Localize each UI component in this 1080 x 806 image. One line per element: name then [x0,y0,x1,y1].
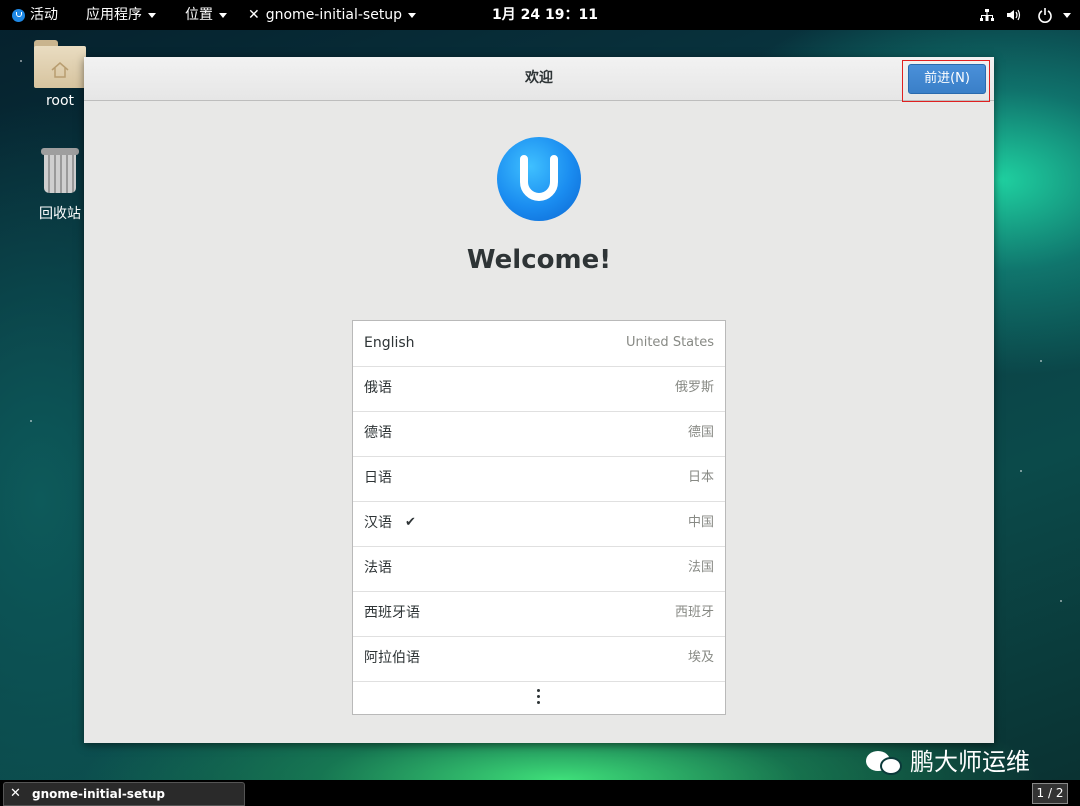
star [20,60,22,62]
header-bar: 欢迎 前进(N) [84,57,994,102]
places-menu[interactable]: 位置 [185,0,227,30]
applications-label: 应用程序 [86,7,142,23]
activities-label: 活动 [30,7,58,23]
app-menu[interactable]: ✕ gnome-initial-setup [248,0,417,30]
next-button[interactable]: 前进(N) [908,64,986,94]
language-region: 日本 [687,470,714,485]
workspace-indicator[interactable]: 1 / 2 [1032,783,1068,804]
places-label: 位置 [185,7,213,23]
welcome-heading: Welcome! [466,245,612,275]
language-region: 中国 [687,515,714,530]
chevron-down-icon [408,12,417,18]
language-name: 德语 [364,425,392,441]
volume-icon [1007,9,1021,21]
language-region: 德国 [687,425,714,440]
star [30,420,32,422]
star [1060,600,1062,602]
language-name: 法语 [364,560,392,576]
language-region: 西班牙 [674,605,714,620]
language-region: 俄罗斯 [674,380,714,395]
watermark-text: 鹏大师运维 [910,748,1030,776]
star [1040,360,1042,362]
language-name: 汉语 [364,515,392,531]
checkmark-icon: ✔ [405,515,416,530]
language-name: 日语 [364,470,392,486]
language-region: United States [625,335,714,350]
taskbar-item-label: gnome-initial-setup [32,787,165,801]
setup-tools-icon: ✕ [10,786,21,801]
chevron-down-icon [148,12,156,18]
star [1020,470,1022,472]
language-name: 阿拉伯语 [364,650,420,666]
language-region: 法国 [687,560,714,575]
chevron-down-icon [219,12,227,18]
taskbar-item[interactable]: ✕ gnome-initial-setup [3,782,245,806]
language-region: 埃及 [687,650,714,665]
language-row[interactable]: 阿拉伯语 埃及 [353,636,725,682]
more-languages-button[interactable] [353,681,725,714]
system-menu[interactable] [980,0,1072,30]
chevron-down-icon [1063,12,1072,18]
language-row[interactable]: English United States [353,321,725,367]
watermark: 鹏大师运维 [866,742,1030,777]
language-row-selected[interactable]: 汉语 ✔ 中国 [353,501,725,547]
setup-tools-icon: ✕ [248,7,260,23]
applications-menu[interactable]: 应用程序 [86,0,156,30]
language-row[interactable]: 法语 法国 [353,546,725,592]
app-menu-label: gnome-initial-setup [265,7,403,23]
language-row[interactable]: 德语 德国 [353,411,725,457]
home-folder-icon [34,40,86,88]
language-list: English United States 俄语 俄罗斯 德语 德国 日语 日本… [352,320,726,715]
language-row[interactable]: 俄语 俄罗斯 [353,366,725,412]
power-icon [1038,8,1052,23]
trash-icon [41,148,79,194]
top-panel: 活动 应用程序 位置 ✕ gnome-initial-setup 1月 24 19… [0,0,1080,30]
setup-window: 欢迎 前进(N) Welcome! English United States … [84,57,994,743]
window-list-bar: ✕ gnome-initial-setup 1 / 2 [0,780,1080,806]
language-row[interactable]: 日语 日本 [353,456,725,502]
distro-logo-icon [12,8,25,22]
distro-logo-icon [497,137,581,221]
language-name: 俄语 [364,380,392,396]
clock[interactable]: 1月 24 19：11 [492,0,598,30]
more-vertical-icon [537,689,540,707]
network-icon [980,9,994,21]
wechat-icon [866,749,906,777]
language-name: English [364,335,415,351]
language-name: 西班牙语 [364,605,420,621]
language-row[interactable]: 西班牙语 西班牙 [353,591,725,637]
window-title: 欢迎 [525,70,553,86]
activities-button[interactable]: 活动 [12,0,58,30]
